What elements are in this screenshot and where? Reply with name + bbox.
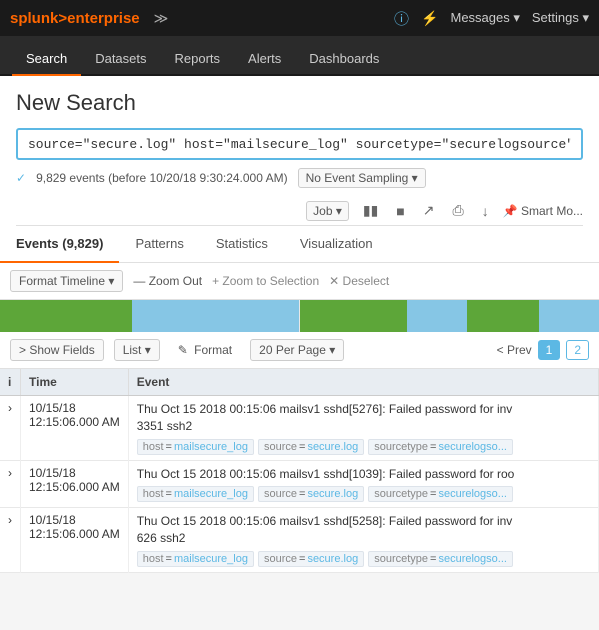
event-tags-3: host = mailsecure_log source = secure.lo… <box>137 551 590 567</box>
list-controls: > Show Fields List ▾ ✎ Format 20 Per Pag… <box>0 332 599 369</box>
timeline-bar-3 <box>300 300 408 332</box>
pin-icon: 📌 <box>503 204 518 218</box>
tag-sourcetype-1[interactable]: sourcetype = securelogso... <box>368 439 513 455</box>
page-1-button[interactable]: 1 <box>538 340 561 360</box>
tag-source-3[interactable]: source = secure.log <box>258 551 364 567</box>
tag-host-3[interactable]: host = mailsecure_log <box>137 551 254 567</box>
tag-sourcetype-2[interactable]: sourcetype = securelogso... <box>368 486 513 502</box>
tab-patterns[interactable]: Patterns <box>119 226 199 263</box>
pause-button[interactable]: ▮▮ <box>359 200 382 221</box>
row-expand-3[interactable]: › <box>0 508 21 573</box>
top-bar-left: splunk>enterprise ≫ <box>10 10 168 27</box>
event-text-1: Thu Oct 15 2018 00:15:06 mailsv1 sshd[52… <box>137 401 590 435</box>
table-row: › 10/15/1812:15:06.000 AM Thu Oct 15 201… <box>0 396 599 461</box>
col-header-time: Time <box>21 369 129 396</box>
logo-product: enterprise <box>67 10 140 27</box>
tab-reports[interactable]: Reports <box>161 43 235 76</box>
col-header-i: i <box>0 369 21 396</box>
row-time-3: 10/15/1812:15:06.000 AM <box>21 508 129 573</box>
table-row: › 10/15/1812:15:06.000 AM Thu Oct 15 201… <box>0 508 599 573</box>
table-header-row: i Time Event <box>0 369 599 396</box>
job-button[interactable]: Job ▾ <box>306 201 349 221</box>
timeline-controls: Format Timeline ▾ — Zoom Out + Zoom to S… <box>0 263 599 300</box>
tag-host-1[interactable]: host = mailsecure_log <box>137 439 254 455</box>
share-button[interactable]: ↗ <box>419 200 439 221</box>
event-tags-2: host = mailsecure_log source = secure.lo… <box>137 486 590 502</box>
page-content: New Search ✓ 9,829 events (before 10/20/… <box>0 76 599 226</box>
timeline-bar-2 <box>132 300 300 332</box>
per-page-button[interactable]: 20 Per Page ▾ <box>250 339 344 361</box>
timeline-bar-1 <box>0 300 132 332</box>
tab-events[interactable]: Events (9,829) <box>0 226 119 263</box>
tab-dashboards[interactable]: Dashboards <box>295 43 393 76</box>
job-bar: Job ▾ ▮▮ ■ ↗ ⎙ ↓ 📌 Smart Mo... <box>16 196 583 226</box>
nav-icon[interactable]: ≫ <box>154 10 169 27</box>
tabs-row: Events (9,829) Patterns Statistics Visua… <box>0 226 599 263</box>
timeline-bar-5 <box>467 300 539 332</box>
timeline-chart <box>0 300 599 332</box>
page-title: New Search <box>16 90 583 116</box>
tag-host-2[interactable]: host = mailsecure_log <box>137 486 254 502</box>
row-expand-2[interactable]: › <box>0 460 21 508</box>
show-fields-button[interactable]: > Show Fields <box>10 339 104 361</box>
settings-button[interactable]: Settings ▾ <box>532 10 589 26</box>
export-button[interactable]: ↓ <box>478 201 493 221</box>
smart-mode-button[interactable]: 📌 Smart Mo... <box>503 204 583 218</box>
messages-button[interactable]: Messages ▾ <box>450 10 519 26</box>
tab-datasets[interactable]: Datasets <box>81 43 160 76</box>
row-event-1: Thu Oct 15 2018 00:15:06 mailsv1 sshd[52… <box>128 396 598 461</box>
row-expand-1[interactable]: › <box>0 396 21 461</box>
no-sampling-button[interactable]: No Event Sampling ▾ <box>298 168 426 188</box>
prev-button[interactable]: < Prev <box>497 343 532 357</box>
tag-sourcetype-3[interactable]: sourcetype = securelogso... <box>368 551 513 567</box>
top-bar-right: ⓘ ⚡ Messages ▾ Settings ▾ <box>394 8 589 29</box>
tab-visualization[interactable]: Visualization <box>284 226 389 263</box>
stop-button[interactable]: ■ <box>392 201 408 221</box>
logo-accent: splunk> <box>10 10 67 27</box>
event-tags-1: host = mailsecure_log source = secure.lo… <box>137 439 590 455</box>
timeline-bar-6 <box>539 300 599 332</box>
row-time-1: 10/15/1812:15:06.000 AM <box>21 396 129 461</box>
tag-source-2[interactable]: source = secure.log <box>258 486 364 502</box>
activity-icon[interactable]: ⚡ <box>421 10 438 27</box>
events-count: 9,829 events (before 10/20/18 9:30:24.00… <box>36 171 288 185</box>
col-header-event: Event <box>128 369 598 396</box>
format-label: Format <box>194 343 232 357</box>
row-time-2: 10/15/1812:15:06.000 AM <box>21 460 129 508</box>
table-row: › 10/15/1812:15:06.000 AM Thu Oct 15 201… <box>0 460 599 508</box>
main-nav: Search Datasets Reports Alerts Dashboard… <box>0 36 599 76</box>
tab-statistics[interactable]: Statistics <box>200 226 284 263</box>
timeline-bar-4 <box>407 300 467 332</box>
event-text-2: Thu Oct 15 2018 00:15:06 mailsv1 sshd[10… <box>137 466 590 483</box>
info-icon[interactable]: ⓘ <box>394 8 409 29</box>
deselect-button[interactable]: ✕ Deselect <box>329 274 389 288</box>
splunk-logo: splunk>enterprise <box>10 10 140 27</box>
zoom-selection-button[interactable]: + Zoom to Selection <box>212 274 319 288</box>
tag-source-1[interactable]: source = secure.log <box>258 439 364 455</box>
tab-search[interactable]: Search <box>12 43 81 76</box>
pagination: < Prev 1 2 <box>497 340 589 360</box>
smart-mode-label: Smart Mo... <box>521 204 583 218</box>
print-button[interactable]: ⎙ <box>448 200 467 221</box>
search-bar-wrap <box>16 128 583 160</box>
list-dropdown[interactable]: List ▾ <box>114 339 160 361</box>
check-icon: ✓ <box>16 171 26 185</box>
tab-alerts[interactable]: Alerts <box>234 43 295 76</box>
page-2-button[interactable]: 2 <box>566 340 589 360</box>
format-button[interactable]: ✎ Format <box>170 340 240 360</box>
zoom-out-button[interactable]: — Zoom Out <box>133 274 202 288</box>
format-timeline-button[interactable]: Format Timeline ▾ <box>10 270 123 292</box>
row-event-3: Thu Oct 15 2018 00:15:06 mailsv1 sshd[52… <box>128 508 598 573</box>
top-bar: splunk>enterprise ≫ ⓘ ⚡ Messages ▾ Setti… <box>0 0 599 36</box>
search-input[interactable] <box>28 137 571 152</box>
event-text-3: Thu Oct 15 2018 00:15:06 mailsv1 sshd[52… <box>137 513 590 547</box>
status-bar: ✓ 9,829 events (before 10/20/18 9:30:24.… <box>16 168 583 188</box>
results-table: i Time Event › 10/15/1812:15:06.000 AM T… <box>0 369 599 573</box>
pencil-icon: ✎ <box>178 343 188 357</box>
row-event-2: Thu Oct 15 2018 00:15:06 mailsv1 sshd[10… <box>128 460 598 508</box>
